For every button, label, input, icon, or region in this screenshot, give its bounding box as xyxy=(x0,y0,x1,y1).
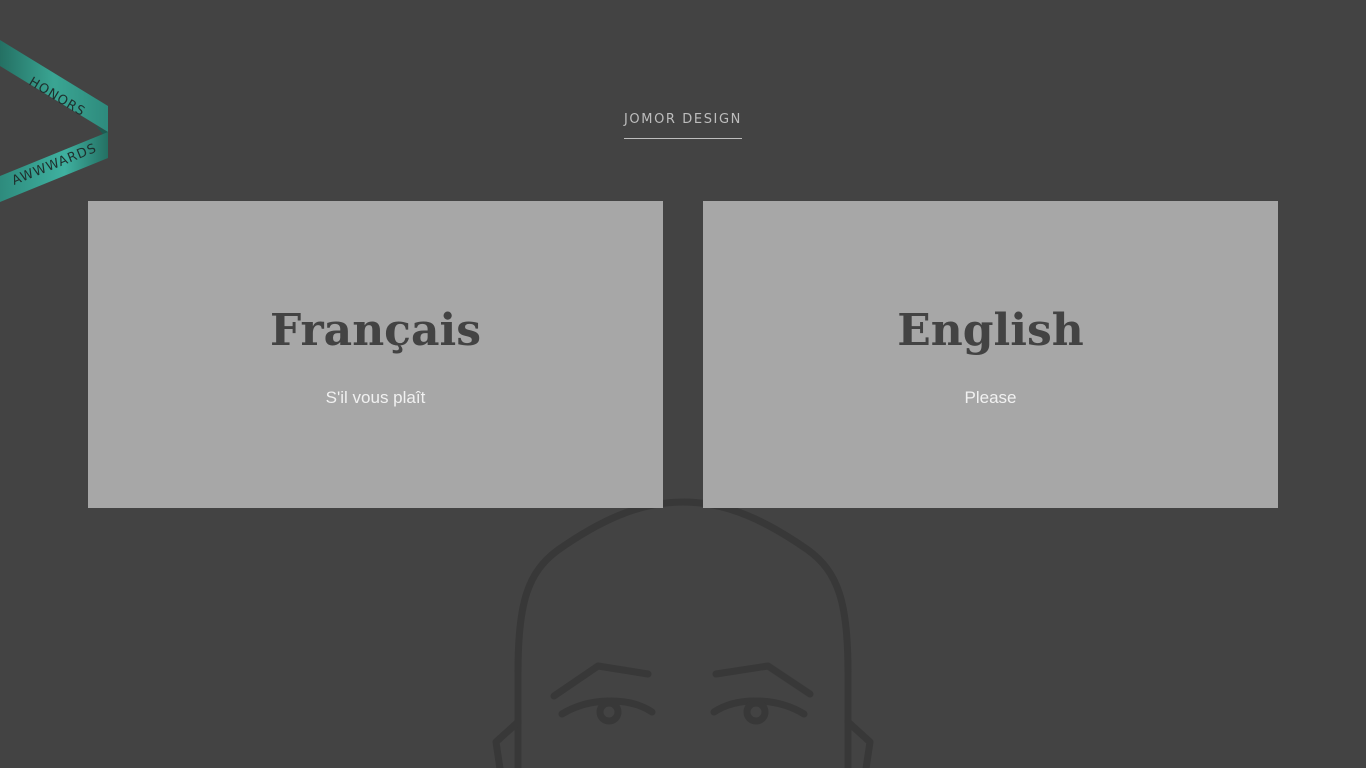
brand-header: JOMOR DESIGN xyxy=(0,110,1366,139)
language-card-french[interactable]: Français S'il vous plaît xyxy=(88,201,663,508)
mascot-left-eyebrow xyxy=(550,662,652,700)
language-subtitle-french: S'il vous plaît xyxy=(325,388,426,407)
brand-link[interactable]: JOMOR DESIGN xyxy=(624,112,742,139)
language-title-french: Français xyxy=(270,305,481,356)
mascot-right-eye xyxy=(743,699,769,725)
mascot-right-eyebrow xyxy=(712,662,814,698)
mascot-head-outline xyxy=(514,498,852,768)
language-title-english: English xyxy=(897,305,1084,356)
language-card-english[interactable]: English Please xyxy=(703,201,1278,508)
mascot-face-illustration xyxy=(492,498,874,768)
language-select-page: HONORS AWWWARDS JOMOR DESIGN Français S'… xyxy=(0,0,1366,768)
mascot-left-eye xyxy=(596,699,622,725)
language-subtitle-english: Please xyxy=(964,388,1017,407)
